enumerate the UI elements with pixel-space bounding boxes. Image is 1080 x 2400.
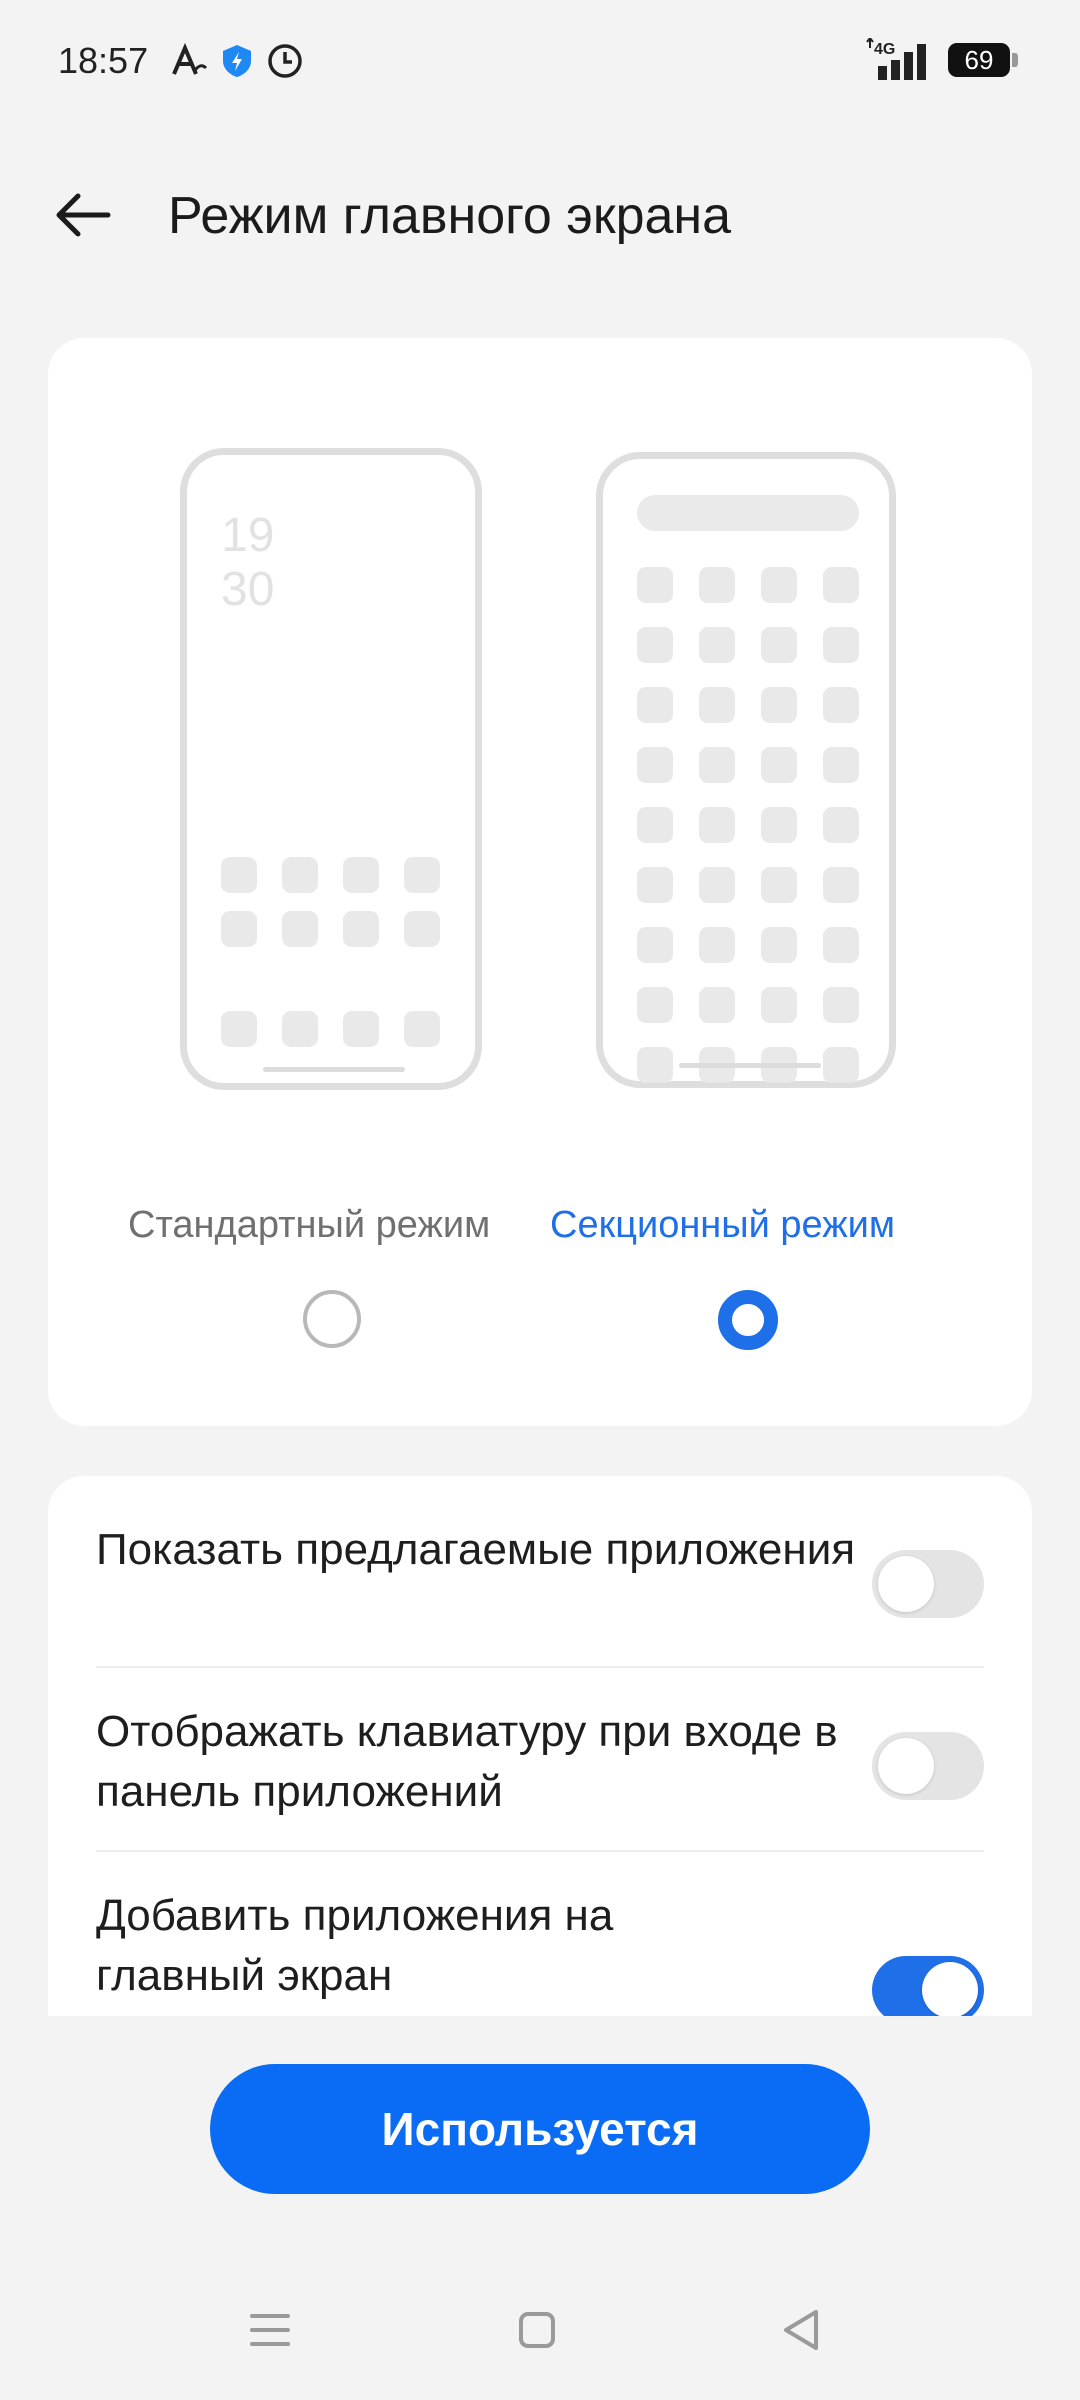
preview-app-icon xyxy=(761,747,797,783)
divider xyxy=(96,1666,984,1668)
preview-app-icon xyxy=(404,1011,440,1047)
preview-app-icon xyxy=(282,911,318,947)
preview-app-icon xyxy=(637,807,673,843)
setting-label: Отображать клавиатуру при входе в панель… xyxy=(96,1707,838,1816)
setting-row-suggested-apps[interactable]: Показать предлагаемые приложения xyxy=(96,1520,984,1640)
preview-app-icon xyxy=(823,627,859,663)
preview-app-icon xyxy=(823,867,859,903)
mode-selection-card: 19 30 Стандартный режим Секционный режим xyxy=(48,338,1032,1426)
preview-app-icon xyxy=(637,927,673,963)
preview-app-icon xyxy=(761,867,797,903)
preview-app-icon xyxy=(699,927,735,963)
preview-app-icon xyxy=(282,857,318,893)
preview-app-icon xyxy=(221,1011,257,1047)
shield-icon xyxy=(223,45,251,77)
a-accent-icon xyxy=(172,42,208,75)
sectioned-mode-preview[interactable] xyxy=(596,452,896,1088)
preview-app-icon xyxy=(699,627,735,663)
standard-mode-label[interactable]: Стандартный режим xyxy=(128,1204,490,1247)
standard-mode-radio[interactable] xyxy=(303,1290,361,1348)
network-type: 4G xyxy=(874,41,895,58)
home-square-icon[interactable] xyxy=(507,2300,567,2360)
page-title: Режим главного экрана xyxy=(168,187,732,245)
suggested-apps-toggle[interactable] xyxy=(872,1550,984,1618)
divider xyxy=(96,1850,984,1852)
preview-app-icon xyxy=(761,567,797,603)
preview-search-bar xyxy=(637,495,859,531)
toggle-knob xyxy=(878,1556,934,1612)
preview-app-icon xyxy=(761,927,797,963)
preview-home-indicator xyxy=(263,1067,405,1072)
battery-level: 69 xyxy=(964,44,994,75)
status-bar: 18:57 4G 69 xyxy=(0,0,1080,125)
sectioned-mode-label[interactable]: Секционный режим xyxy=(550,1204,895,1247)
preview-app-icon xyxy=(823,987,859,1023)
status-time: 18:57 xyxy=(58,40,149,81)
preview-app-icon xyxy=(761,627,797,663)
preview-app-icon xyxy=(343,1011,379,1047)
preview-app-icon xyxy=(637,987,673,1023)
preview-app-icon xyxy=(699,807,735,843)
preview-clock-minutes: 30 xyxy=(221,563,275,616)
menu-icon[interactable] xyxy=(240,2300,300,2360)
preview-app-icon xyxy=(699,867,735,903)
signal-icon: 4G xyxy=(866,38,926,80)
in-use-button[interactable]: Используется xyxy=(210,2064,870,2194)
preview-app-icon xyxy=(404,911,440,947)
preview-app-icon xyxy=(221,857,257,893)
clock-icon xyxy=(268,44,302,78)
preview-app-icon xyxy=(823,567,859,603)
preview-app-icon xyxy=(404,857,440,893)
preview-app-icon xyxy=(343,911,379,947)
preview-app-icon xyxy=(761,987,797,1023)
preview-clock: 19 30 xyxy=(221,509,274,617)
preview-app-icon xyxy=(761,807,797,843)
preview-app-icon xyxy=(699,567,735,603)
preview-app-icon xyxy=(823,1047,859,1083)
preview-app-icon xyxy=(637,1047,673,1083)
preview-app-icon xyxy=(221,911,257,947)
setting-label: Добавить приложения на главный экран xyxy=(96,1891,614,2000)
standard-mode-preview[interactable]: 19 30 xyxy=(180,448,482,1090)
preview-app-icon xyxy=(637,567,673,603)
preview-app-icon xyxy=(637,867,673,903)
preview-app-icon xyxy=(637,687,673,723)
preview-app-icon xyxy=(699,747,735,783)
preview-app-icon xyxy=(637,747,673,783)
preview-app-icon xyxy=(699,687,735,723)
preview-app-icon xyxy=(637,627,673,663)
add-apps-home-toggle[interactable] xyxy=(872,1956,984,2016)
preview-app-icon xyxy=(823,927,859,963)
setting-label: Показать предлагаемые приложения xyxy=(96,1525,856,1574)
toggle-knob xyxy=(922,1962,978,2016)
arrow-left-icon[interactable] xyxy=(50,180,120,250)
settings-card: Показать предлагаемые приложения Отображ… xyxy=(48,1476,1032,2016)
preview-app-icon xyxy=(282,1011,318,1047)
preview-app-icon xyxy=(823,807,859,843)
preview-clock-hours: 19 xyxy=(221,509,275,562)
sectioned-mode-radio[interactable] xyxy=(718,1290,778,1350)
preview-app-icon xyxy=(343,857,379,893)
preview-app-icon xyxy=(823,747,859,783)
back-triangle-icon[interactable] xyxy=(772,2300,832,2360)
toggle-knob xyxy=(878,1738,934,1794)
show-keyboard-toggle[interactable] xyxy=(872,1732,984,1800)
preview-app-icon xyxy=(761,687,797,723)
setting-row-add-apps-home[interactable]: Добавить приложения на главный экран xyxy=(96,1886,984,2016)
preview-app-icon xyxy=(823,687,859,723)
battery-icon: 69 xyxy=(948,43,1018,77)
preview-app-icon xyxy=(699,987,735,1023)
setting-row-show-keyboard[interactable]: Отображать клавиатуру при входе в панель… xyxy=(96,1702,984,1822)
preview-home-indicator xyxy=(679,1063,821,1068)
